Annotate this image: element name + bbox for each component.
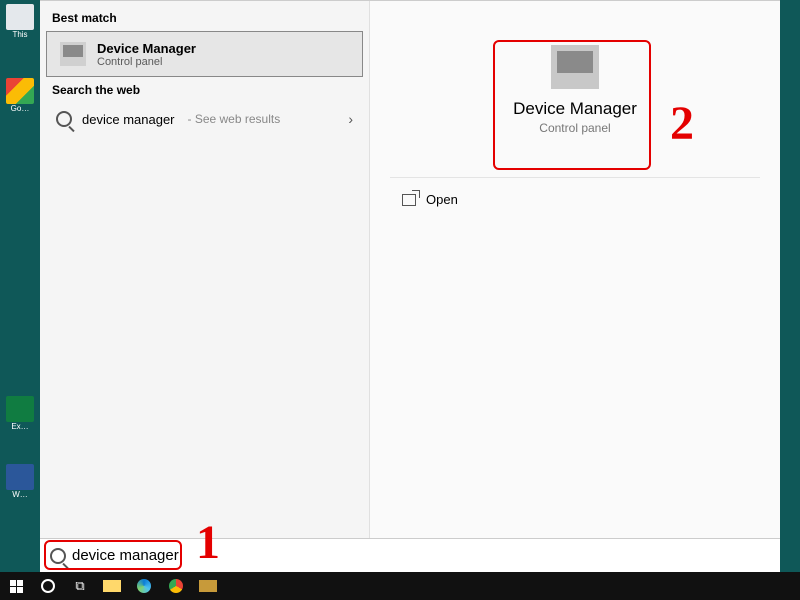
task-view-button[interactable]: ⧉ bbox=[64, 572, 96, 600]
taskbar-chrome[interactable] bbox=[160, 572, 192, 600]
action-open-label: Open bbox=[426, 192, 458, 207]
section-search-web: Search the web bbox=[40, 79, 369, 101]
taskbar-explorer[interactable] bbox=[96, 572, 128, 600]
desktop-icon-excel[interactable]: Ex… bbox=[3, 396, 37, 436]
desktop-icon-recycle-bin[interactable]: This bbox=[3, 4, 37, 44]
result-subtitle: Control panel bbox=[97, 56, 196, 68]
results-left-pane: Best match Device Manager Control panel … bbox=[40, 1, 370, 560]
web-result-row[interactable]: device manager - See web results › bbox=[40, 101, 369, 137]
divider bbox=[390, 177, 760, 178]
desktop-icon-chrome[interactable]: Go… bbox=[3, 78, 37, 118]
desktop-icon-word[interactable]: W… bbox=[3, 464, 37, 504]
start-search-flyout: Best match Device Manager Control panel … bbox=[40, 0, 780, 560]
annotation-number-2: 2 bbox=[670, 96, 694, 151]
search-icon bbox=[56, 111, 72, 127]
result-title: Device Manager bbox=[97, 41, 196, 56]
annotation-number-1: 1 bbox=[196, 515, 220, 570]
taskbar-folder[interactable] bbox=[192, 572, 224, 600]
open-icon bbox=[402, 194, 416, 206]
cortana-button[interactable] bbox=[32, 572, 64, 600]
result-device-manager[interactable]: Device Manager Control panel bbox=[46, 31, 363, 77]
section-best-match: Best match bbox=[40, 7, 369, 29]
taskbar-edge[interactable] bbox=[128, 572, 160, 600]
annotation-box-1 bbox=[44, 540, 182, 570]
web-hint: - See web results bbox=[188, 112, 281, 126]
chevron-right-icon: › bbox=[348, 111, 353, 127]
annotation-box-2 bbox=[493, 40, 651, 170]
start-button[interactable] bbox=[0, 572, 32, 600]
device-manager-icon bbox=[59, 40, 87, 68]
action-open[interactable]: Open bbox=[390, 184, 760, 215]
web-query: device manager bbox=[82, 112, 175, 127]
taskbar: ⧉ bbox=[0, 572, 800, 600]
